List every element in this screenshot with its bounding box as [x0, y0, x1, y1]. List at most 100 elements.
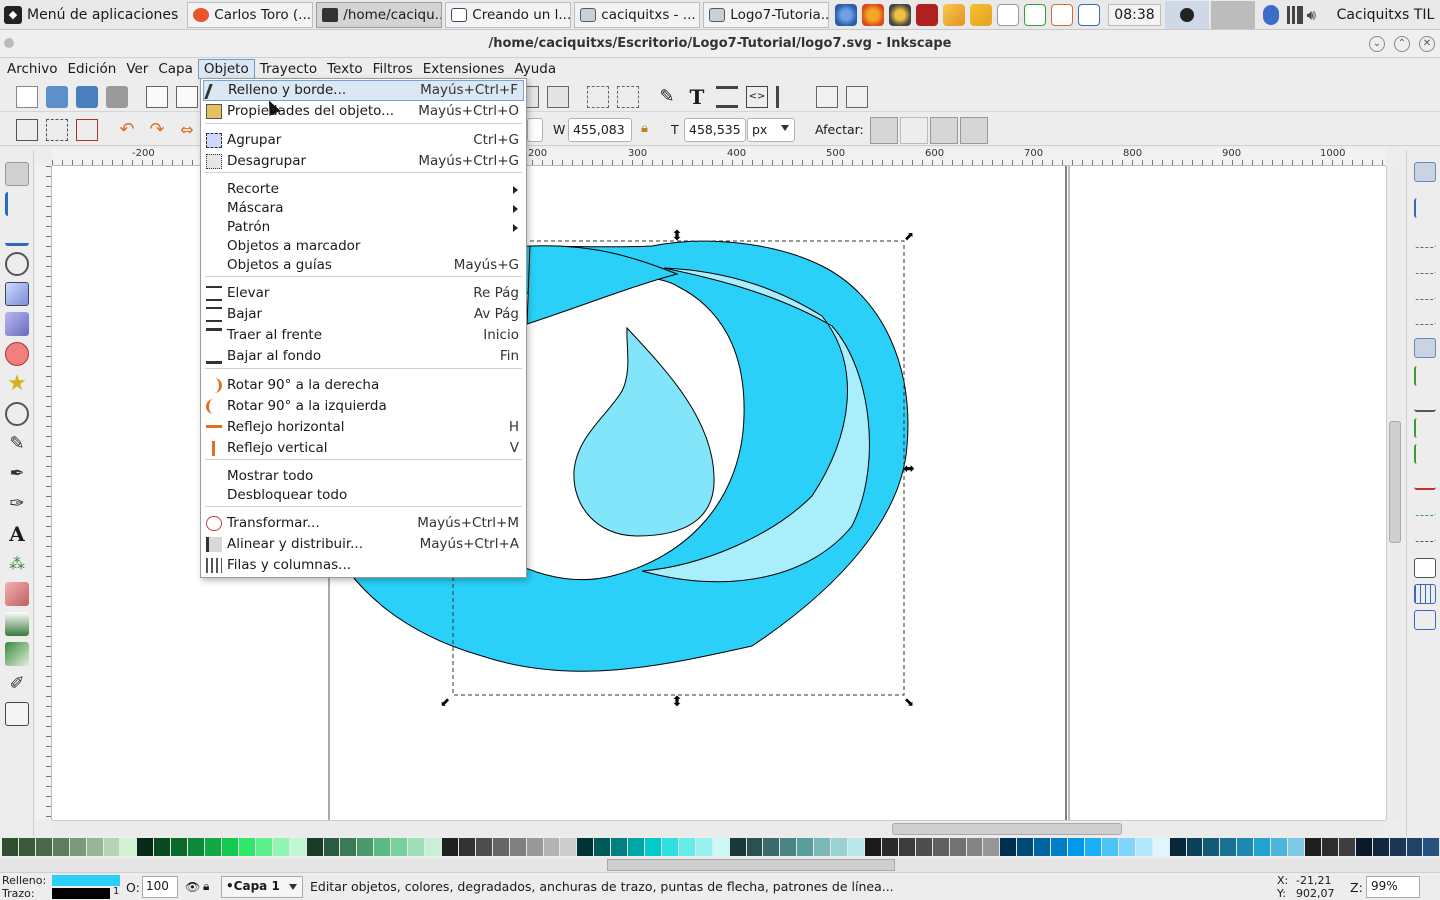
task-button-folder[interactable]: caciquitxs - ...	[574, 1, 701, 28]
calligraphy-tool-icon[interactable]: ✑	[5, 492, 29, 516]
print-icon[interactable]	[106, 86, 128, 108]
snap-intersections-icon[interactable]	[1414, 392, 1436, 412]
text-tool-icon[interactable]: A	[5, 522, 29, 546]
snap-bbox-edges-icon[interactable]	[1414, 228, 1436, 248]
spray-tool-icon[interactable]: ⁂	[5, 552, 29, 576]
palette-swatch[interactable]	[86, 838, 104, 856]
fill-stroke-icon[interactable]: ✎	[656, 86, 678, 108]
snap-toggle-icon[interactable]	[1414, 162, 1436, 182]
deselect-icon[interactable]	[76, 119, 98, 141]
select-all-layers-icon[interactable]	[46, 119, 68, 141]
eye-icon[interactable]: 👁︎	[185, 880, 200, 894]
palette-swatch[interactable]	[441, 838, 459, 856]
palette-swatch[interactable]	[306, 838, 324, 856]
palette-scrollbar[interactable]	[0, 858, 1440, 872]
network-icon[interactable]	[1282, 5, 1303, 24]
menu-ver[interactable]: Ver	[121, 59, 153, 79]
menu-item-objetos-a-guías[interactable]: Objetos a guías Mayús+G	[203, 255, 524, 276]
palette-swatch[interactable]	[458, 838, 476, 856]
palette-swatch[interactable]	[1423, 838, 1440, 856]
palette-swatch[interactable]	[1169, 838, 1187, 856]
document-properties-icon[interactable]	[846, 86, 868, 108]
palette-swatch[interactable]	[1372, 838, 1390, 856]
edit-icon[interactable]	[970, 3, 993, 26]
workspace-indicator[interactable]	[1164, 0, 1209, 29]
menu-capa[interactable]: Capa	[153, 59, 198, 79]
menu-item-máscara[interactable]: Máscara	[203, 198, 524, 219]
width-input[interactable]: 455,083	[568, 118, 632, 142]
menu-objeto[interactable]: Objeto	[197, 59, 255, 79]
palette-swatch[interactable]	[171, 838, 189, 856]
selector-tool-icon[interactable]	[5, 162, 29, 186]
palette-swatch[interactable]	[1288, 838, 1305, 856]
palette-swatch[interactable]	[865, 838, 882, 856]
scale-corners-toggle[interactable]	[900, 117, 928, 144]
media-icon[interactable]	[916, 3, 939, 26]
palette-swatch[interactable]	[238, 838, 256, 856]
palette-swatch[interactable]	[1068, 838, 1085, 856]
preferences-icon[interactable]	[816, 86, 838, 108]
node-tool-icon[interactable]	[5, 192, 29, 216]
spreadsheet-icon[interactable]	[1024, 3, 1047, 26]
lock-icon[interactable]: 🔒︎	[641, 121, 648, 136]
palette-swatch[interactable]	[425, 838, 442, 856]
workspace-2[interactable]	[1210, 0, 1255, 29]
save-icon[interactable]	[76, 86, 98, 108]
palette-swatch[interactable]	[340, 838, 358, 856]
palette-swatch[interactable]	[1237, 838, 1255, 856]
connector-tool-icon[interactable]	[5, 702, 29, 726]
palette-swatch[interactable]	[611, 838, 629, 856]
palette-swatch[interactable]	[712, 838, 730, 856]
palette-swatch[interactable]	[763, 838, 781, 856]
palette-swatch[interactable]	[205, 838, 222, 856]
transform-patterns-toggle[interactable]	[960, 117, 988, 144]
palette-swatch[interactable]	[932, 838, 950, 856]
task-button-document[interactable]: Creando un l...	[445, 1, 572, 28]
palette-swatch[interactable]	[18, 838, 36, 856]
spiral-tool-icon[interactable]	[5, 402, 29, 426]
layer-select[interactable]: •Capa 1	[221, 876, 303, 898]
palette-swatch[interactable]	[881, 838, 899, 856]
palette-swatch[interactable]	[645, 838, 662, 856]
palette-scrollbar-thumb[interactable]	[607, 859, 895, 871]
eraser-tool-icon[interactable]	[5, 582, 29, 606]
palette-swatch[interactable]	[103, 838, 121, 856]
palette-swatch[interactable]	[915, 838, 933, 856]
snap-midpoints-icon[interactable]	[1414, 470, 1436, 490]
pencil-tool-icon[interactable]: ✎	[5, 432, 29, 456]
palette-swatch[interactable]	[1220, 838, 1238, 856]
palette-swatch[interactable]	[1152, 838, 1170, 856]
menu-item-mostrar-todo[interactable]: Mostrar todo	[203, 466, 524, 487]
palette-swatch[interactable]	[408, 838, 426, 856]
palette-swatch[interactable]	[35, 838, 53, 856]
palette-swatch[interactable]	[1338, 838, 1356, 856]
layer-lock-icon[interactable]: 🔒︎	[203, 879, 209, 894]
menu-texto[interactable]: Texto	[322, 59, 368, 79]
task-button-browser[interactable]: Carlos Toro (...	[187, 1, 314, 28]
palette-swatch[interactable]	[560, 838, 578, 856]
menu-item-transformar[interactable]: Transformar... Mayús+Ctrl+M	[203, 513, 524, 534]
menu-item-objetos-a-marcador[interactable]: Objetos a marcador	[203, 236, 524, 257]
snap-smooth-nodes-icon[interactable]	[1414, 444, 1436, 464]
vertical-ruler[interactable]	[35, 166, 52, 820]
bluetooth-icon[interactable]	[1262, 4, 1279, 25]
palette-swatch[interactable]	[1085, 838, 1102, 856]
palette-swatch[interactable]	[661, 838, 679, 856]
palette-swatch[interactable]	[272, 838, 290, 856]
palette-swatch[interactable]	[1304, 838, 1322, 856]
snap-rotation-centers-icon[interactable]	[1414, 522, 1436, 542]
menu-ayuda[interactable]: Ayuda	[509, 59, 561, 79]
snap-bbox-corners-icon[interactable]	[1414, 254, 1436, 274]
palette-swatch[interactable]	[1355, 838, 1373, 856]
firefox-launcher-icon[interactable]	[862, 3, 885, 26]
presentation-icon[interactable]	[1051, 3, 1074, 26]
palette-swatch[interactable]	[1017, 838, 1035, 856]
paint-bucket-tool-icon[interactable]	[5, 612, 29, 636]
menu-archivo[interactable]: Archivo	[2, 59, 62, 79]
open-icon[interactable]	[46, 86, 68, 108]
menu-edicion[interactable]: Edición	[62, 59, 121, 79]
menu-item-elevar[interactable]: Elevar Re Pág	[203, 283, 524, 304]
gradient-tool-icon[interactable]	[5, 642, 29, 666]
new-document-icon[interactable]	[16, 86, 38, 108]
menu-item-bajar-al-fondo[interactable]: Bajar al fondo Fin	[203, 346, 524, 367]
